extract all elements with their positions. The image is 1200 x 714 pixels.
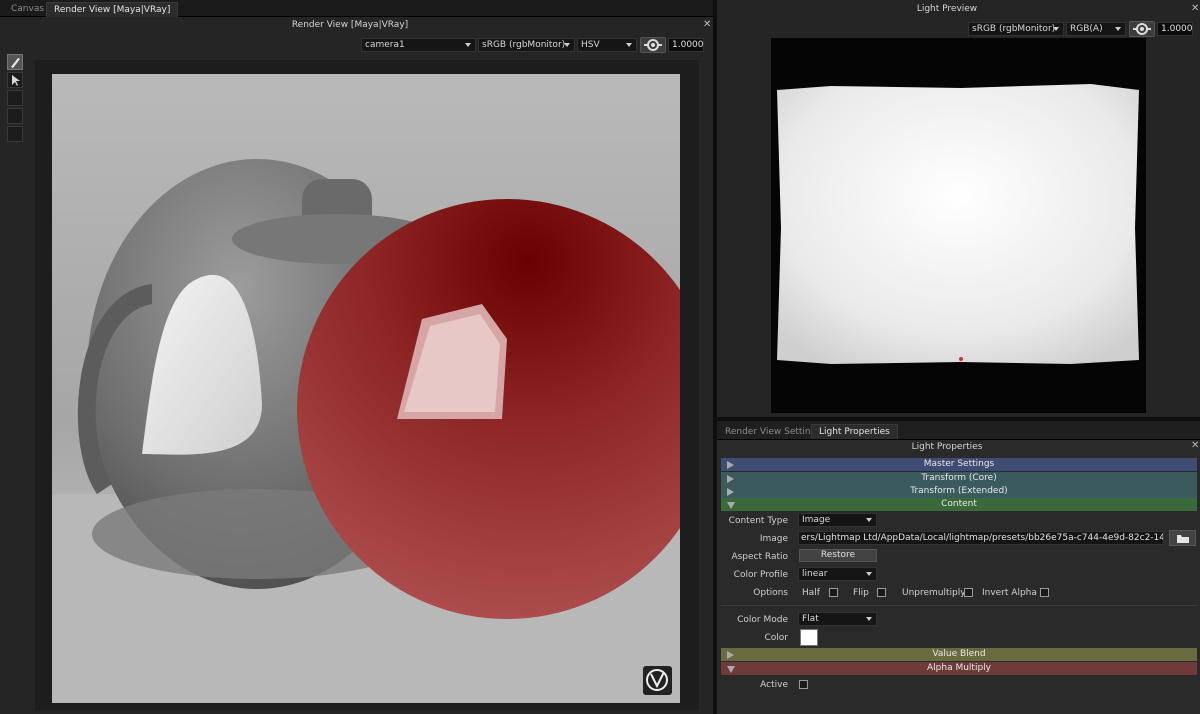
half-checkbox[interactable] [829,588,838,597]
folder-icon [1176,535,1189,543]
color-space-value: sRGB (rgbMonitor) [482,40,566,50]
channel-value: HSV [581,40,600,50]
section-transform-extended[interactable]: Transform (Extended) [721,485,1197,498]
tab-light-properties[interactable]: Light Properties [811,424,898,439]
section-label: Transform (Extended) [910,486,1008,496]
flip-label: Flip [853,588,869,598]
section-label: Transform (Core) [921,473,997,483]
chevron-down-icon [727,666,735,673]
chevron-down-icon [866,617,872,621]
section-alpha-multiply[interactable]: Alpha Multiply [721,662,1197,675]
restore-button[interactable]: Restore [799,549,877,562]
chevron-down-icon [564,43,570,47]
chevron-right-icon [727,475,734,483]
channel-dropdown[interactable]: HSV [577,38,637,52]
gear-icon [1133,23,1151,35]
preview-channel-value: RGB(A) [1070,24,1103,34]
light-properties-title: Light Properties [911,442,983,452]
chevron-down-icon [626,43,632,47]
browse-folder-button[interactable] [1169,530,1196,546]
tool-slot-4[interactable] [7,108,23,124]
section-transform-core[interactable]: Transform (Core) [721,472,1197,485]
options-label: Options [753,588,788,598]
content-type-label: Content Type [728,516,788,526]
image-label: Image [759,534,788,544]
camera-value: camera1 [365,40,405,50]
preview-color-space-value: sRGB (rgbMonitor) [972,24,1056,34]
tab-canvas[interactable]: Canvas [4,2,51,17]
aspect-ratio-label: Aspect Ratio [731,552,788,562]
color-profile-dropdown[interactable]: linear [798,567,877,581]
divider [721,605,1197,606]
invert-alpha-label: Invert Alpha [982,588,1037,598]
tab-render-view[interactable]: Render View [Maya|VRay] [46,2,179,17]
section-label: Value Blend [932,649,986,659]
active-label: Active [760,680,788,690]
gear-icon [644,39,662,51]
exposure-field[interactable]: 1.0000 [668,38,704,52]
close-icon[interactable]: ✕ [1191,3,1199,14]
chevron-down-icon [1115,27,1121,31]
render-view-title: Render View [Maya|VRay] [291,20,409,30]
props-tab-bar: Render View Settings Light Properties [717,421,1200,440]
light-preview-title: Light Preview [916,4,978,14]
chevron-right-icon [727,461,734,469]
tool-strip [7,54,25,144]
invert-alpha-checkbox[interactable] [1040,588,1049,597]
light-preview-canvas [771,38,1146,413]
render-image [52,74,680,703]
chevron-down-icon [465,43,471,47]
color-label: Color [764,633,789,643]
camera-dropdown[interactable]: camera1 [361,38,476,52]
chevron-down-icon [866,518,872,522]
color-mode-dropdown[interactable]: Flat [798,612,877,626]
chevron-right-icon [727,651,734,659]
tool-slot-5[interactable] [7,126,23,142]
close-icon[interactable]: ✕ [703,19,711,30]
section-label: Content [941,499,977,509]
preview-channel-dropdown[interactable]: RGB(A) [1066,22,1126,36]
image-path-field[interactable]: ers/Lightmap Ltd/AppData/Local/lightmap/… [798,531,1164,545]
section-label: Master Settings [923,459,995,469]
color-swatch[interactable] [800,629,818,646]
preview-exposure-field[interactable]: 1.0000 [1157,22,1193,36]
color-mode-label: Color Mode [737,615,788,625]
close-icon[interactable]: ✕ [1191,440,1199,451]
brush-icon[interactable] [7,54,23,70]
exposure-gear-button[interactable] [640,37,666,53]
color-profile-value: linear [802,569,828,579]
half-label: Half [802,588,820,598]
tool-slot-3[interactable] [7,90,23,106]
content-type-value: Image [802,515,831,525]
preview-gear-button[interactable] [1129,21,1155,37]
active-checkbox[interactable] [799,680,808,689]
flip-checkbox[interactable] [877,588,886,597]
color-space-dropdown[interactable]: sRGB (rgbMonitor) [478,38,575,52]
chevron-down-icon [1053,27,1059,31]
section-content[interactable]: Content [721,498,1197,511]
chevron-down-icon [866,572,872,576]
content-type-dropdown[interactable]: Image [798,513,877,527]
section-master-settings[interactable]: Master Settings [721,458,1197,471]
unpremultiply-label: Unpremultiply [902,588,966,598]
section-label: Alpha Multiply [927,663,991,673]
preview-color-space-dropdown[interactable]: sRGB (rgbMonitor) [968,22,1064,36]
pointer-icon[interactable] [7,72,23,88]
chevron-right-icon [727,488,734,496]
color-mode-value: Flat [802,614,819,624]
section-value-blend[interactable]: Value Blend [721,648,1197,661]
left-tab-bar: Canvas Render View [Maya|VRay] [0,0,713,17]
chevron-down-icon [727,502,735,509]
color-profile-label: Color Profile [733,570,788,580]
unpremultiply-checkbox[interactable] [964,588,973,597]
